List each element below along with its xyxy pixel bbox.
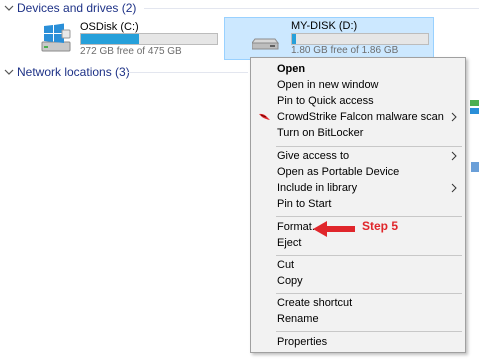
menu-item-include-in-library[interactable]: Include in library (252, 180, 464, 196)
crowdstrike-falcon-icon (259, 113, 270, 120)
menu-item-label: Cut (277, 259, 295, 271)
menu-item-rename[interactable]: Rename (252, 311, 464, 327)
menu-item-open-portable-device[interactable]: Open as Portable Device (252, 164, 464, 180)
menu-item-format[interactable]: Format... (252, 219, 464, 235)
menu-item-open[interactable]: Open (252, 61, 464, 77)
submenu-arrow-icon (451, 151, 457, 161)
network-section-title: Network locations (3) (17, 65, 130, 79)
menu-separator (276, 293, 462, 294)
menu-item-label: Pin to Start (277, 198, 332, 210)
drive-name: OSDisk (C:) (80, 21, 139, 33)
menu-item-create-shortcut[interactable]: Create shortcut (252, 295, 464, 311)
drive-usage-bar (291, 33, 429, 45)
menu-item-label: Properties (277, 336, 328, 348)
usb-drive-icon (252, 38, 279, 50)
partial-network-icon (471, 162, 479, 172)
drive-free-space: 1.80 GB free of 1.86 GB (291, 45, 399, 56)
partial-network-icon (470, 100, 479, 114)
drive-c[interactable]: OSDisk (C:) 272 GB free of 475 GB (36, 18, 226, 60)
step-label: Step 5 (362, 219, 399, 233)
menu-item-eject[interactable]: Eject (252, 235, 464, 251)
menu-item-label: Open (277, 63, 306, 75)
menu-item-pin-to-start[interactable]: Pin to Start (252, 196, 464, 212)
drive-name: MY-DISK (D:) (291, 20, 358, 32)
menu-item-cut[interactable]: Cut (252, 257, 464, 273)
menu-item-crowdstrike-scan[interactable]: CrowdStrike Falcon malware scan (252, 109, 464, 125)
submenu-arrow-icon (451, 112, 457, 122)
menu-item-turn-on-bitlocker[interactable]: Turn on BitLocker (252, 125, 464, 141)
menu-separator (276, 331, 462, 332)
menu-item-give-access-to[interactable]: Give access to (252, 148, 464, 164)
menu-item-label: Open in new window (277, 79, 379, 91)
drive-d[interactable]: MY-DISK (D:) 1.80 GB free of 1.86 GB (224, 17, 434, 60)
menu-item-label: Include in library (277, 182, 358, 194)
menu-item-label: Copy (277, 275, 303, 287)
context-menu: Open Open in new window Pin to Quick acc… (250, 57, 466, 353)
menu-item-label: Open as Portable Device (277, 166, 400, 178)
annotation-arrow-icon (313, 221, 355, 237)
menu-item-label: Create shortcut (277, 297, 353, 309)
devices-section-header[interactable]: Devices and drives (2) (4, 0, 136, 16)
drive-usage-fill (292, 34, 297, 44)
menu-item-open-new-window[interactable]: Open in new window (252, 77, 464, 93)
menu-item-copy[interactable]: Copy (252, 273, 464, 289)
devices-section-title: Devices and drives (2) (17, 1, 137, 15)
section-divider (144, 8, 479, 9)
menu-item-label: Eject (277, 237, 302, 249)
section-divider (128, 72, 248, 73)
submenu-arrow-icon (451, 183, 457, 193)
menu-item-label: Turn on BitLocker (277, 127, 364, 139)
menu-item-properties[interactable]: Properties (252, 334, 464, 350)
menu-item-pin-quick-access[interactable]: Pin to Quick access (252, 93, 464, 109)
menu-item-label: CrowdStrike Falcon malware scan (277, 111, 444, 123)
chevron-down-icon (4, 5, 14, 11)
windows-drive-icon (41, 23, 71, 52)
drive-free-space: 272 GB free of 475 GB (80, 46, 182, 57)
menu-separator (276, 216, 462, 217)
network-section-header[interactable]: Network locations (3) (4, 64, 130, 80)
menu-item-label: Give access to (277, 150, 350, 162)
menu-item-label: Rename (277, 313, 319, 325)
drive-usage-bar (80, 33, 218, 45)
menu-separator (276, 146, 462, 147)
chevron-down-icon (4, 69, 14, 75)
menu-item-label: Pin to Quick access (277, 95, 374, 107)
drive-usage-fill (81, 34, 140, 44)
menu-separator (276, 255, 462, 256)
